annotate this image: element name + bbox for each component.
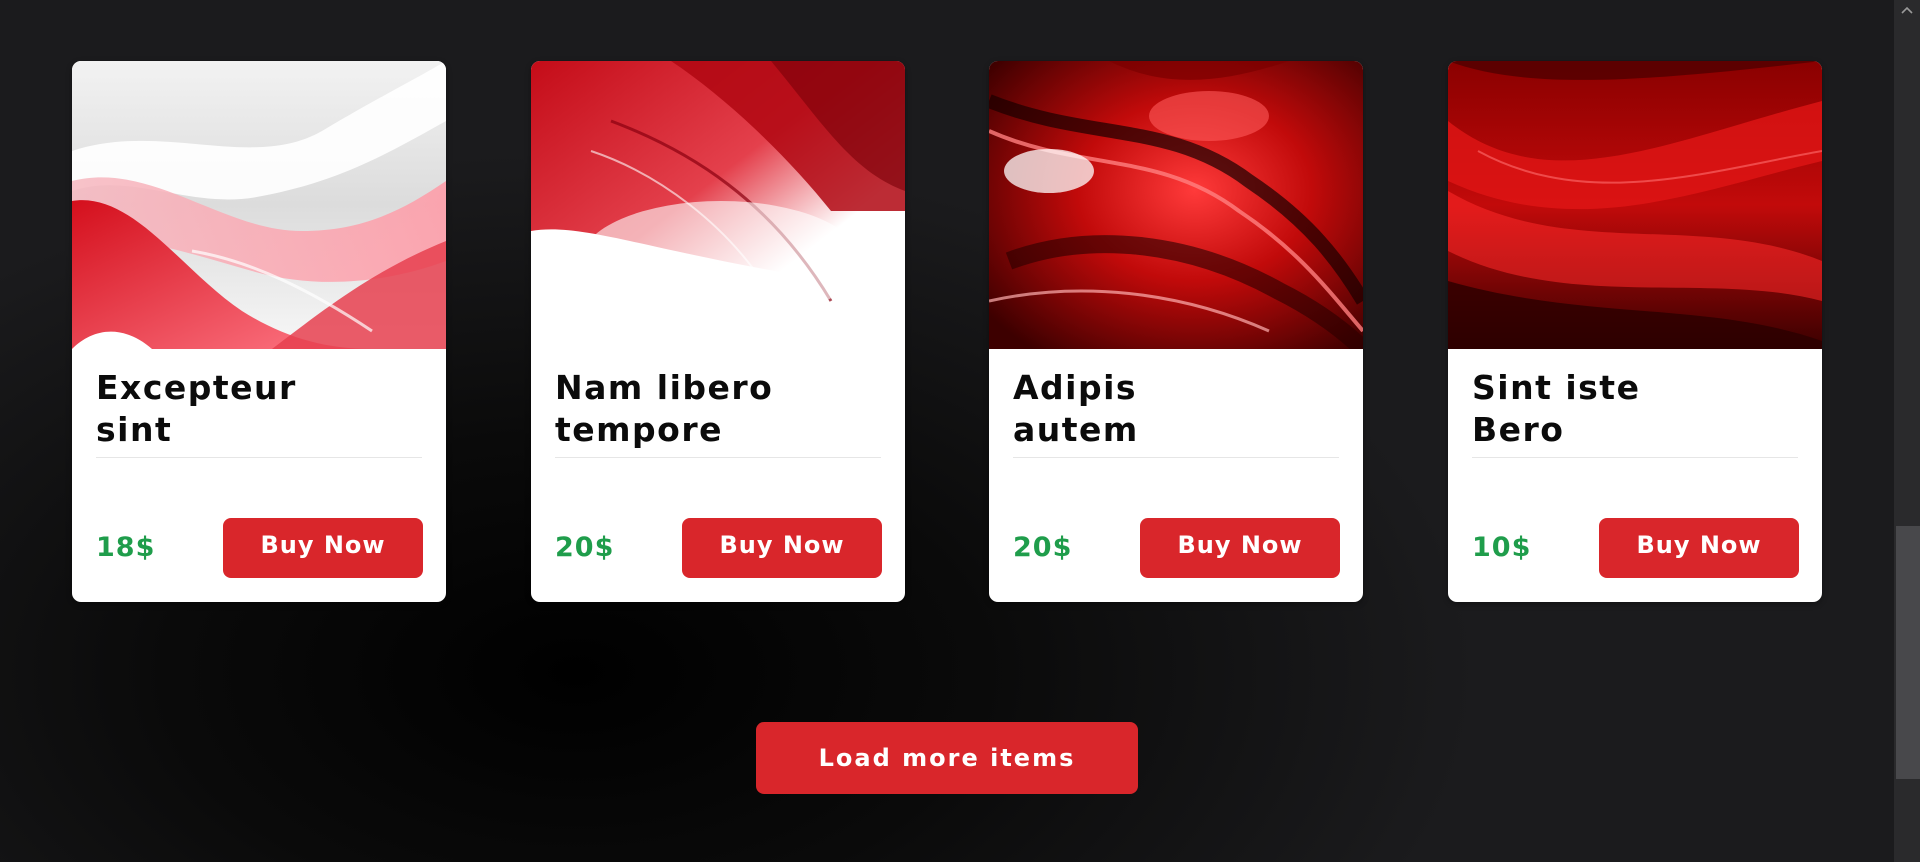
buy-now-button[interactable]: Buy Now xyxy=(1140,518,1340,578)
product-listing-page: Excepteur sint 18$ Buy Now Nam libero te… xyxy=(0,0,1894,862)
product-title-line-1: Sint iste xyxy=(1472,368,1641,407)
card-divider xyxy=(555,457,881,458)
card-divider xyxy=(1013,457,1339,458)
card-divider xyxy=(96,457,422,458)
buy-now-button[interactable]: Buy Now xyxy=(1599,518,1799,578)
product-title-line-1: Excepteur xyxy=(96,368,297,407)
product-image-red-white-silk xyxy=(531,61,905,349)
product-title-line-1: Adipis xyxy=(1013,368,1138,407)
product-title-line-2: Bero xyxy=(1472,410,1565,449)
product-card: Sint iste Bero 10$ Buy Now xyxy=(1448,61,1822,602)
product-card: Adipis autem 20$ Buy Now xyxy=(989,61,1363,602)
product-image-red-white-wave xyxy=(72,61,446,349)
product-title-line-2: tempore xyxy=(555,410,723,449)
product-title-line-2: autem xyxy=(1013,410,1139,449)
product-title: Excepteur sint xyxy=(96,367,422,451)
product-title: Sint iste Bero xyxy=(1472,367,1798,451)
vertical-scrollbar[interactable] xyxy=(1894,0,1920,862)
product-card: Excepteur sint 18$ Buy Now xyxy=(72,61,446,602)
product-grid: Excepteur sint 18$ Buy Now Nam libero te… xyxy=(72,61,1823,602)
buy-now-button[interactable]: Buy Now xyxy=(682,518,882,578)
product-card: Nam libero tempore 20$ Buy Now xyxy=(531,61,905,602)
product-price: 18$ xyxy=(96,532,156,563)
product-title: Adipis autem xyxy=(1013,367,1339,451)
product-title-line-2: sint xyxy=(96,410,173,449)
product-title-line-1: Nam libero xyxy=(555,368,774,407)
scrollbar-thumb[interactable] xyxy=(1896,526,1920,779)
product-image-glossy-red-swirl xyxy=(989,61,1363,349)
product-title: Nam libero tempore xyxy=(555,367,881,451)
load-more-button[interactable]: Load more items xyxy=(756,722,1138,794)
product-image-dark-red-wave xyxy=(1448,61,1822,349)
chevron-up-icon[interactable] xyxy=(1894,0,1920,20)
card-divider xyxy=(1472,457,1798,458)
buy-now-button[interactable]: Buy Now xyxy=(223,518,423,578)
product-price: 20$ xyxy=(555,532,615,563)
product-price: 20$ xyxy=(1013,532,1073,563)
product-price: 10$ xyxy=(1472,532,1532,563)
